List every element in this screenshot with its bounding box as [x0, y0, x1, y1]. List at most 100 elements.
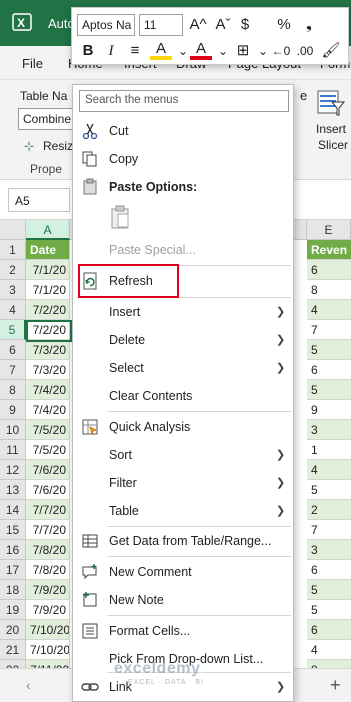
row-header[interactable]: 21: [0, 640, 26, 660]
row-header[interactable]: 6: [0, 340, 26, 360]
header-cell-date[interactable]: Date: [26, 240, 70, 260]
cell-date[interactable]: 7/10/20: [26, 620, 70, 640]
menu-item-delete[interactable]: Delete ❯: [73, 327, 293, 353]
font-size-select[interactable]: 11: [139, 14, 183, 36]
row-header[interactable]: 4: [0, 300, 26, 320]
resize-table-button[interactable]: Resiz: [43, 139, 73, 153]
row-header[interactable]: 16: [0, 540, 26, 560]
cell-date[interactable]: 7/3/20: [26, 340, 70, 360]
row-header[interactable]: 15: [0, 520, 26, 540]
cell-revenue[interactable]: 2: [307, 500, 351, 520]
cell-date[interactable]: 7/8/20: [26, 540, 70, 560]
cell-revenue[interactable]: 6: [307, 360, 351, 380]
cell-revenue[interactable]: 4: [307, 640, 351, 660]
cell-revenue[interactable]: 5: [307, 580, 351, 600]
menu-item-select[interactable]: Select ❯: [73, 355, 293, 381]
row-header[interactable]: 10: [0, 420, 26, 440]
cell-date[interactable]: 7/8/20: [26, 560, 70, 580]
menu-item-sort[interactable]: Sort ❯: [73, 442, 293, 468]
cell-revenue[interactable]: 5: [307, 480, 351, 500]
cell-revenue[interactable]: 5: [307, 600, 351, 620]
paste-clipboard-icon[interactable]: [109, 205, 133, 231]
grow-font-icon[interactable]: A^: [187, 14, 209, 36]
cell-date[interactable]: 7/4/20: [26, 380, 70, 400]
row-header[interactable]: 17: [0, 560, 26, 580]
menu-item-filter[interactable]: Filter ❯: [73, 470, 293, 496]
name-box[interactable]: A5: [8, 188, 70, 212]
cell-date[interactable]: 7/3/20: [26, 360, 70, 380]
menu-item-paste-special[interactable]: Paste Special...: [73, 237, 293, 263]
menu-item-insert[interactable]: Insert ❯: [73, 299, 293, 325]
cell-revenue[interactable]: 5: [307, 340, 351, 360]
fill-color-icon[interactable]: A: [150, 40, 172, 60]
bold-icon[interactable]: B: [77, 40, 99, 62]
menu-item-format-cells[interactable]: Format Cells...: [73, 618, 293, 644]
cell-revenue[interactable]: 4: [307, 460, 351, 480]
sheet-prev-icon[interactable]: ‹: [26, 677, 31, 693]
cell-revenue[interactable]: 7: [307, 320, 351, 340]
cell-date[interactable]: 7/1/20: [26, 280, 70, 300]
menu-item-cut[interactable]: Cut: [73, 118, 293, 144]
cell-date[interactable]: 7/5/20: [26, 440, 70, 460]
row-header[interactable]: 1: [0, 240, 26, 260]
row-header[interactable]: 2: [0, 260, 26, 280]
cell-date[interactable]: 7/9/20: [26, 600, 70, 620]
cell-date[interactable]: 7/10/20: [26, 640, 70, 660]
row-header[interactable]: 13: [0, 480, 26, 500]
cell-revenue[interactable]: 9: [307, 400, 351, 420]
cell-revenue[interactable]: 4: [307, 300, 351, 320]
cell-revenue[interactable]: 3: [307, 420, 351, 440]
menu-item-new-comment[interactable]: New Comment: [73, 559, 293, 585]
align-center-icon[interactable]: ≡: [124, 40, 146, 62]
cell-revenue[interactable]: 7: [307, 520, 351, 540]
font-color-dropdown-icon[interactable]: ⌄: [212, 40, 234, 62]
percent-icon[interactable]: %: [273, 14, 295, 36]
select-all-corner[interactable]: [0, 220, 26, 240]
cell-date[interactable]: 7/6/20: [26, 480, 70, 500]
comma-style-icon[interactable]: ❟: [298, 14, 320, 36]
cell-date[interactable]: 7/7/20: [26, 500, 70, 520]
cell-revenue[interactable]: 6: [307, 560, 351, 580]
cell-revenue[interactable]: 6: [307, 260, 351, 280]
tab-file[interactable]: File: [22, 56, 43, 71]
format-painter-icon[interactable]: 🖌: [320, 40, 342, 62]
search-menus-input[interactable]: Search the menus: [79, 90, 289, 112]
row-header[interactable]: 12: [0, 460, 26, 480]
row-header[interactable]: 5: [0, 320, 26, 340]
cell-revenue[interactable]: 5: [307, 380, 351, 400]
cell-date[interactable]: 7/6/20: [26, 460, 70, 480]
menu-item-table[interactable]: Table ❯: [73, 498, 293, 524]
menu-item-new-note[interactable]: New Note: [73, 587, 293, 613]
cell-revenue[interactable]: 1: [307, 440, 351, 460]
cell-date[interactable]: 7/5/20: [26, 420, 70, 440]
column-header-a[interactable]: A: [26, 220, 70, 240]
row-header[interactable]: 20: [0, 620, 26, 640]
cell-date[interactable]: 7/1/20: [26, 260, 70, 280]
table-name-input[interactable]: Combine: [18, 108, 78, 130]
menu-item-clear-contents[interactable]: Clear Contents: [73, 383, 293, 409]
cell-revenue[interactable]: 3: [307, 540, 351, 560]
header-cell-revenue[interactable]: Reven: [307, 240, 351, 260]
cell-revenue[interactable]: 8: [307, 280, 351, 300]
font-name-select[interactable]: Aptos Na: [77, 14, 135, 36]
cell-revenue[interactable]: 6: [307, 620, 351, 640]
menu-item-quick-analysis[interactable]: Quick Analysis: [73, 414, 293, 440]
cell-date[interactable]: 7/2/20: [26, 300, 70, 320]
menu-item-get-data[interactable]: Get Data from Table/Range...: [73, 528, 293, 554]
cell-date[interactable]: 7/7/20: [26, 520, 70, 540]
row-header[interactable]: 19: [0, 600, 26, 620]
row-header[interactable]: 3: [0, 280, 26, 300]
row-header[interactable]: 11: [0, 440, 26, 460]
row-header[interactable]: 9: [0, 400, 26, 420]
cell-date[interactable]: 7/4/20: [26, 400, 70, 420]
row-header[interactable]: 8: [0, 380, 26, 400]
cell-date[interactable]: 7/9/20: [26, 580, 70, 600]
borders-icon[interactable]: ⊞: [232, 40, 254, 62]
insert-slicer-label[interactable]: Insert: [316, 122, 346, 136]
currency-icon[interactable]: $: [234, 14, 256, 36]
increase-decimal-icon[interactable]: ←0: [270, 40, 292, 62]
shrink-font-icon[interactable]: Aˇ: [212, 14, 234, 36]
decrease-decimal-icon[interactable]: .00: [294, 40, 316, 62]
menu-item-copy[interactable]: Copy: [73, 146, 293, 172]
row-header[interactable]: 18: [0, 580, 26, 600]
